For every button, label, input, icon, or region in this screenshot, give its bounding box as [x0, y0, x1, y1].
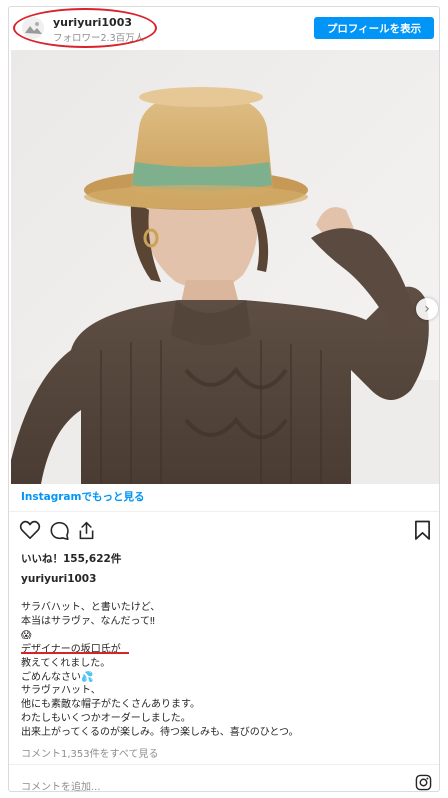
instagram-embed-card: yuriyuri1003 フォロワー2.3百万人 プロフィールを表示 › Ins…: [8, 6, 440, 793]
caption-line: 出来上がってくるのが楽しみ。待つ楽しみも、喜びのひとつ。: [21, 727, 299, 739]
bookmark-icon[interactable]: [414, 520, 431, 541]
caption-line: 本当はサラヴァ、なんだって‼: [21, 615, 155, 627]
caption-line: 他にも素敵な帽子がたくさんあります。: [21, 699, 200, 711]
divider: [9, 764, 439, 765]
view-profile-button[interactable]: プロフィールを表示: [314, 17, 434, 39]
post-caption: サラバハット、と書いたけど、 本当はサラヴァ、なんだって‼ 😱 デザイナーの坂口…: [21, 601, 299, 740]
caption-line: わたしもいくつかオーダーしました。: [21, 713, 191, 725]
heart-icon[interactable]: [19, 520, 41, 540]
view-more-on-instagram-link[interactable]: Instagramでもっと見る: [21, 489, 144, 504]
caption-line: サラヴァハット、: [21, 685, 101, 697]
like-count[interactable]: いいね！155,622件: [21, 551, 121, 566]
caption-username[interactable]: yuriyuri1003: [21, 573, 96, 585]
caption-line: 教えてくれました。: [21, 657, 111, 669]
comment-icon[interactable]: [49, 520, 70, 541]
instagram-logo-icon[interactable]: [415, 774, 432, 791]
share-icon[interactable]: [76, 520, 97, 541]
caption-line: デザイナーの坂口氏が: [21, 643, 121, 655]
next-slide-button[interactable]: ›: [416, 298, 438, 320]
divider: [9, 511, 439, 512]
annotation-underline: [21, 652, 129, 654]
caption-line: ごめんなさい💦: [21, 671, 94, 683]
post-image[interactable]: ›: [11, 50, 439, 484]
view-all-comments-link[interactable]: コメント1,353件をすべて見る: [21, 745, 159, 760]
caption-line: サラバハット、と書いたけど、: [21, 602, 161, 613]
add-comment-link[interactable]: コメントを追加...: [21, 778, 101, 793]
annotation-oval: [13, 8, 157, 48]
caption-line: 😱: [21, 629, 32, 641]
post-header: yuriyuri1003 フォロワー2.3百万人 プロフィールを表示: [9, 7, 439, 48]
